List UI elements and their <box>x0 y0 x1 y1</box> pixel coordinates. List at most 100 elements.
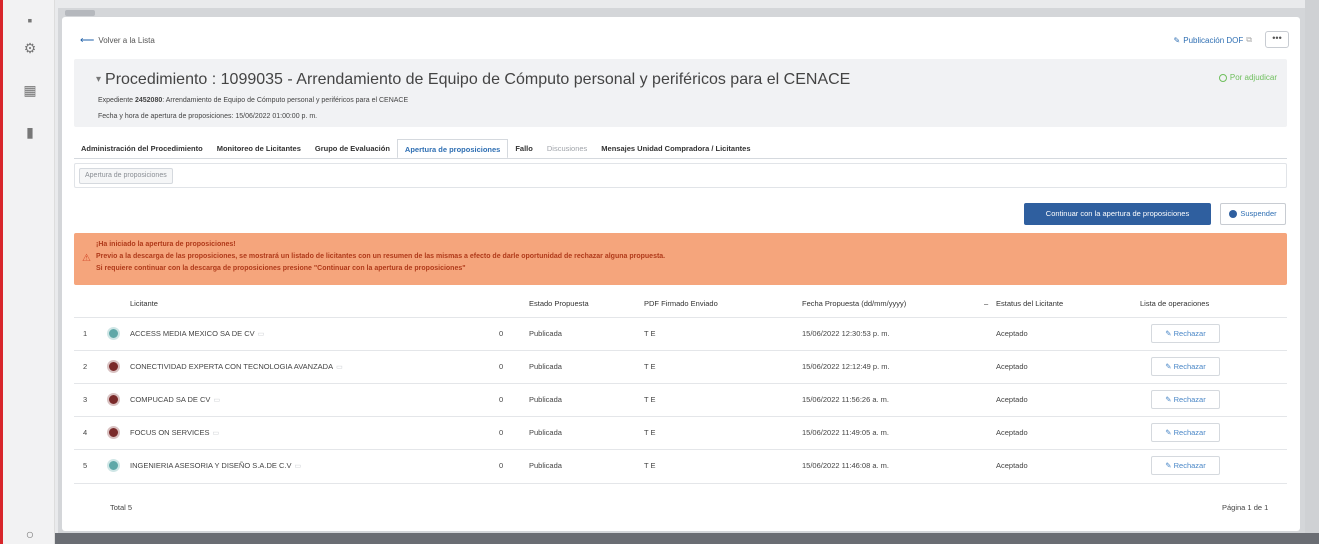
count-cell: 0 <box>499 428 504 437</box>
document-icon: ▭ <box>336 364 343 371</box>
bottom-bar <box>55 533 1319 544</box>
col-header-estatus[interactable]: Estatus del Licitante <box>996 299 1063 308</box>
grid-icon[interactable]: ▦ <box>22 82 38 98</box>
reject-label: Rechazar <box>1173 395 1206 404</box>
suspend-button[interactable]: Suspender <box>1220 203 1286 225</box>
menu-icon[interactable]: ▪ <box>22 12 38 28</box>
reject-label: Rechazar <box>1173 362 1206 371</box>
external-link-icon: ⧉ <box>1246 35 1252 44</box>
estatus-cell: Aceptado <box>996 329 1028 338</box>
table-row: 2 CONECTIVIDAD EXPERTA CON TECNOLOGIA AV… <box>74 350 1287 383</box>
tab-discusiones[interactable]: Discusiones <box>540 139 594 159</box>
document-icon[interactable]: ▮ <box>22 124 38 140</box>
settings-icon[interactable]: ⚙ <box>22 40 38 56</box>
tab-fallo[interactable]: Fallo <box>508 139 540 159</box>
reject-button[interactable]: ✎ Rechazar <box>1151 390 1220 409</box>
dof-link[interactable]: ✎ Publicación DOF ⧉ <box>1174 35 1252 45</box>
expediente-label: Expediente <box>98 97 134 104</box>
col-header-estado[interactable]: Estado Propuesta <box>529 299 589 308</box>
tab-administracion[interactable]: Administración del Procedimiento <box>74 139 210 159</box>
fecha-cell: 15/06/2022 11:46:08 a. m. <box>802 461 890 470</box>
procedure-card: ⟵ Volver a la Lista ✎ Publicación DOF ⧉ … <box>62 17 1300 531</box>
reject-button[interactable]: ✎ Rechazar <box>1151 456 1220 475</box>
reject-label: Rechazar <box>1173 428 1206 437</box>
back-label: Volver a la Lista <box>98 36 155 45</box>
estatus-cell: Aceptado <box>996 461 1028 470</box>
fecha-cell: 15/06/2022 12:12:49 p. m. <box>802 362 890 371</box>
licitante-name[interactable]: INGENIERIA ASESORIA Y DISEÑO S.A.DE C.V ▭ <box>130 461 301 470</box>
tab-apertura[interactable]: Apertura de proposiciones <box>396 139 509 159</box>
estado-cell: Publicada <box>529 428 562 437</box>
right-gutter <box>1305 0 1319 544</box>
row-number: 4 <box>83 428 88 437</box>
fecha-cell: 15/06/2022 11:56:26 a. m. <box>802 395 890 404</box>
row-number: 5 <box>83 461 88 470</box>
licitante-text: INGENIERIA ASESORIA Y DISEÑO S.A.DE C.V <box>130 461 292 470</box>
document-icon: ▭ <box>213 397 221 404</box>
estatus-cell: Aceptado <box>996 362 1028 371</box>
col-header-fecha[interactable]: Fecha Propuesta (dd/mm/yyyy) <box>802 299 906 308</box>
licitante-name[interactable]: ACCESS MEDIA MEXICO SA DE CV ▭ <box>130 329 264 338</box>
edit-icon: ✎ <box>1165 461 1174 470</box>
table-row: 3 COMPUCAD SA DE CV ▭ 0 Publicada T E 15/… <box>74 383 1287 416</box>
table-row: 1 ACCESS MEDIA MEXICO SA DE CV ▭ 0 Public… <box>74 317 1287 350</box>
collapse-chevron-icon[interactable]: ▾ <box>96 74 101 85</box>
licitante-name[interactable]: COMPUCAD SA DE CV ▭ <box>130 395 220 404</box>
avatar <box>107 360 120 373</box>
reject-button[interactable]: ✎ Rechazar <box>1151 423 1220 442</box>
count-cell: 0 <box>499 395 504 404</box>
back-link[interactable]: ⟵ Volver a la Lista <box>80 35 155 46</box>
expediente-number: 2452080 <box>134 97 163 104</box>
col-header-pdf[interactable]: PDF Firmado Enviado <box>644 299 718 308</box>
suspend-icon <box>1229 210 1238 219</box>
status-badge: Por adjudicar <box>1218 73 1277 82</box>
edit-icon: ✎ <box>1165 428 1174 437</box>
estado-cell: Publicada <box>529 362 562 371</box>
licitante-text: ACCESS MEDIA MEXICO SA DE CV <box>130 329 255 338</box>
estado-cell: Publicada <box>529 329 562 338</box>
document-icon: ▭ <box>257 331 265 338</box>
more-options-button[interactable]: ••• <box>1265 31 1289 48</box>
tab-divider <box>74 158 1287 159</box>
sort-icon[interactable]: – <box>984 299 988 308</box>
avatar <box>107 459 120 472</box>
status-label: Por adjudicar <box>1229 73 1277 82</box>
expediente-text: : Arrendamiento de Equipo de Cómputo per… <box>162 97 409 104</box>
edit-icon: ✎ <box>1165 395 1174 404</box>
count-cell: 0 <box>499 329 504 338</box>
document-icon: ▭ <box>294 463 302 470</box>
licitante-text: COMPUCAD SA DE CV <box>130 395 211 404</box>
reject-button[interactable]: ✎ Rechazar <box>1151 324 1220 343</box>
search-icon[interactable]: ○ <box>22 526 38 542</box>
avatar <box>107 426 120 439</box>
pdf-cell: T E <box>644 362 656 371</box>
pdf-cell: T E <box>644 329 656 338</box>
subtab-apertura[interactable]: Apertura de proposiciones <box>79 168 173 184</box>
licitante-name[interactable]: CONECTIVIDAD EXPERTA CON TECNOLOGIA AVAN… <box>130 362 343 371</box>
estado-cell: Publicada <box>529 395 562 404</box>
col-header-licitante[interactable]: Licitante <box>130 299 158 308</box>
table-row: 4 FOCUS ON SERVICES ▭ 0 Publicada T E 15/… <box>74 416 1287 449</box>
total-count: Total 5 <box>110 503 133 512</box>
procedure-header: ▾ Procedimiento : 1099035 - Arrendamiento… <box>74 59 1287 127</box>
licitante-name[interactable]: FOCUS ON SERVICES ▭ <box>130 428 219 437</box>
estatus-cell: Aceptado <box>996 395 1028 404</box>
estatus-cell: Aceptado <box>996 428 1028 437</box>
reject-label: Rechazar <box>1173 461 1206 470</box>
pdf-cell: T E <box>644 428 656 437</box>
tab-mensajes[interactable]: Mensajes Unidad Compradora / Licitantes <box>594 139 757 159</box>
edit-icon: ✎ <box>1165 329 1174 338</box>
alert-message: Previo a la descarga de las proposicione… <box>96 253 666 260</box>
reject-label: Rechazar <box>1173 329 1206 338</box>
publication-icon: ✎ <box>1173 35 1181 45</box>
top-handle <box>65 10 95 16</box>
col-header-operaciones: Lista de operaciones <box>1140 299 1210 308</box>
tab-monitoreo[interactable]: Monitoreo de Licitantes <box>210 139 308 159</box>
reject-button[interactable]: ✎ Rechazar <box>1151 357 1220 376</box>
tab-grupo-evaluacion[interactable]: Grupo de Evaluación <box>308 139 397 159</box>
back-arrow-icon: ⟵ <box>80 35 95 46</box>
avatar <box>107 393 120 406</box>
continue-apertura-button[interactable]: Continuar con la apertura de proposicion… <box>1024 203 1211 225</box>
edit-icon: ✎ <box>1165 362 1174 371</box>
rail-accent <box>0 0 3 544</box>
